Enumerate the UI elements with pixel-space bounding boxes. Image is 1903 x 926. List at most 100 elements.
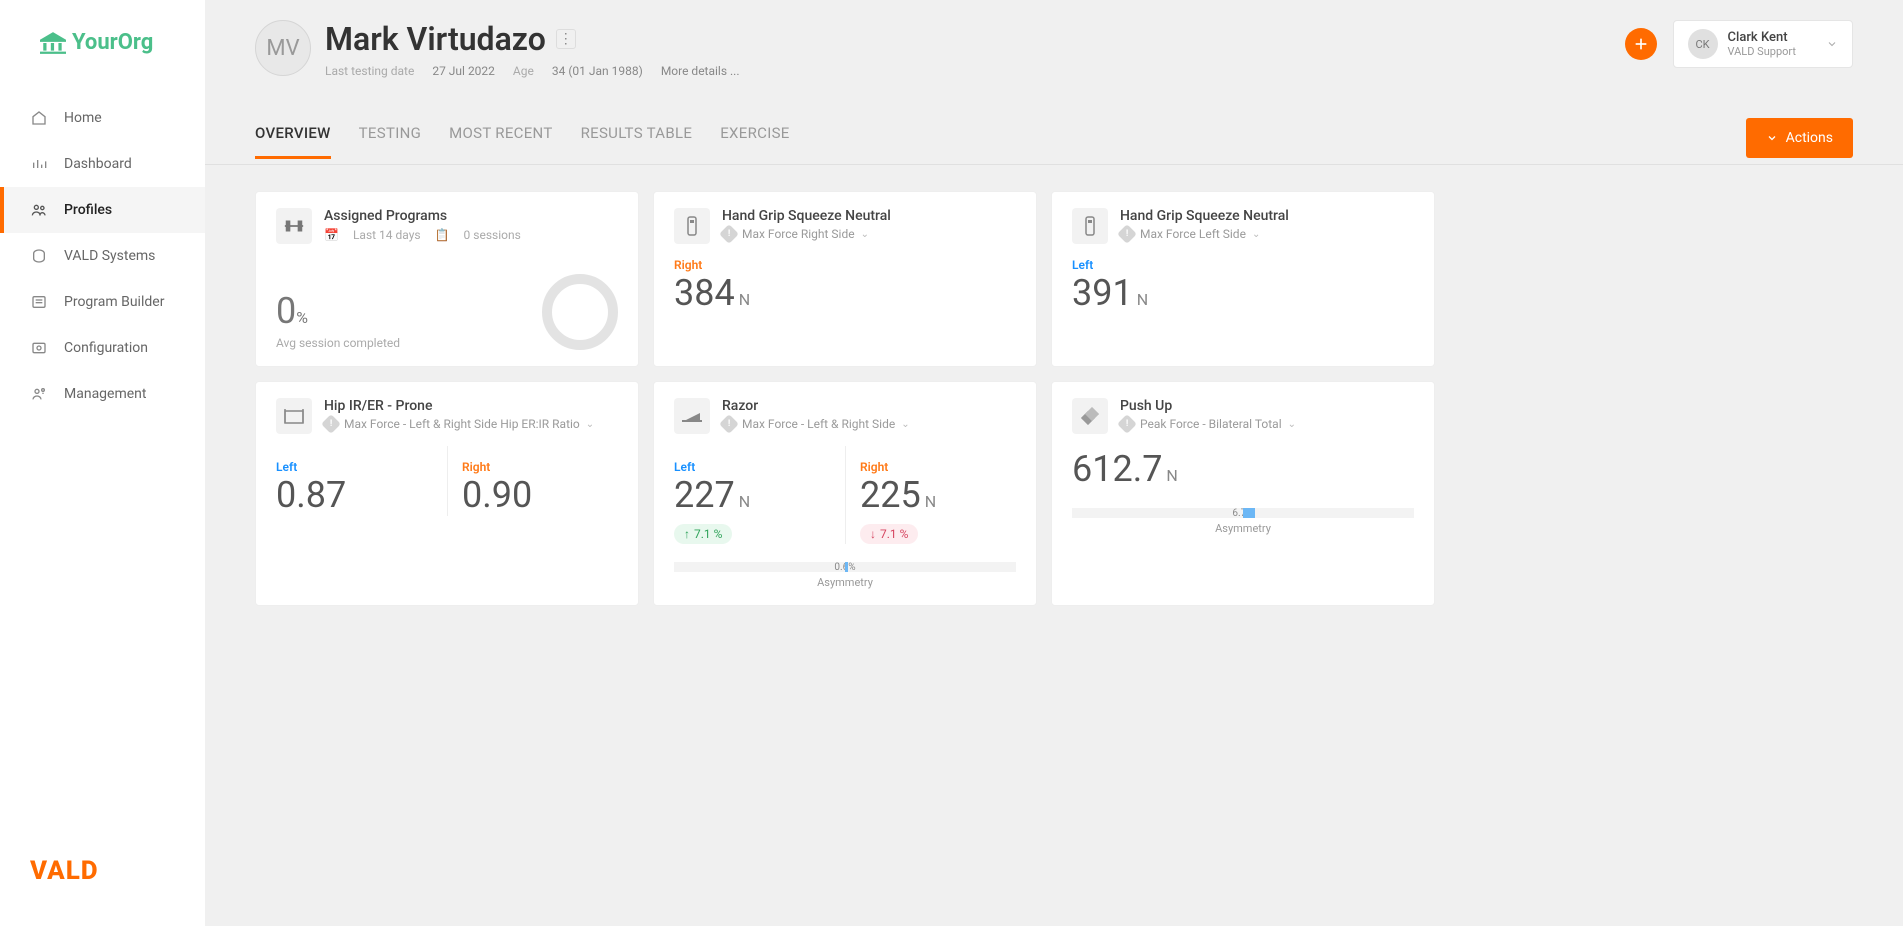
razor-left-unit: N (739, 492, 750, 511)
assigned-pct: 0 (276, 290, 296, 332)
user-avatar: CK (1688, 29, 1718, 59)
bank-icon (40, 32, 66, 54)
card-grip-left: Hand Grip Squeeze Neutral ! Max Force Le… (1051, 191, 1435, 367)
profile-avatar: MV (255, 20, 311, 76)
management-icon (30, 385, 48, 403)
sidebar: YourOrg Home Dashboard Profiles VALD Sys… (0, 0, 205, 926)
progress-ring (542, 274, 618, 350)
age-value: 34 (01 Jan 1988) (552, 64, 643, 78)
asym-mark (1243, 508, 1255, 518)
nav-program-builder-label: Program Builder (64, 294, 164, 310)
chevron-down-icon: ⌄ (586, 419, 594, 430)
chevron-down-icon: ⌄ (861, 229, 869, 240)
card-hip: Hip IR/ER - Prone ! Max Force - Left & R… (255, 381, 639, 606)
actions-button[interactable]: Actions (1746, 118, 1853, 158)
tab-results-table[interactable]: RESULTS TABLE (581, 124, 693, 159)
card-grip-right: Hand Grip Squeeze Neutral ! Max Force Ri… (653, 191, 1037, 367)
metric-label: Max Force - Left & Right Side (742, 417, 895, 431)
device-icon (674, 208, 710, 244)
hip-left-value: 0.87 (276, 474, 346, 516)
nav-management[interactable]: Management (0, 371, 205, 417)
info-icon: ! (719, 224, 739, 244)
actions-label: Actions (1786, 130, 1833, 146)
nav-program-builder[interactable]: Program Builder (0, 279, 205, 325)
grip-left-value: 391 (1072, 272, 1133, 314)
brand-footer: VALD (0, 826, 205, 926)
card-title: Hip IR/ER - Prone (324, 398, 618, 414)
assigned-caption: Avg session completed (276, 336, 400, 350)
nav-home[interactable]: Home (0, 95, 205, 141)
metric-label: Max Force - Left & Right Side Hip ER:IR … (344, 417, 580, 431)
tabs: OVERVIEW TESTING MOST RECENT RESULTS TAB… (255, 124, 790, 159)
chevron-down-icon (1766, 132, 1778, 144)
metric-label: Peak Force - Bilateral Total (1140, 417, 1282, 431)
card-title: Hand Grip Squeeze Neutral (1120, 208, 1414, 224)
card-title: Push Up (1120, 398, 1414, 414)
razor-right-value: 225 (860, 474, 921, 516)
left-label: Left (276, 460, 437, 474)
hip-right-value: 0.90 (462, 474, 532, 516)
right-label: Right (860, 460, 1006, 474)
info-icon: ! (321, 414, 341, 434)
clipboard-icon: 📋 (435, 228, 450, 242)
user-menu[interactable]: CK Clark Kent VALD Support (1673, 20, 1853, 68)
card-title: Hand Grip Squeeze Neutral (722, 208, 1016, 224)
grip-left-unit: N (1137, 290, 1148, 309)
tab-overview[interactable]: OVERVIEW (255, 124, 331, 159)
last-testing-value: 27 Jul 2022 (432, 64, 495, 78)
pushup-value: 612.7 (1072, 448, 1162, 490)
nav: Home Dashboard Profiles VALD Systems Pro… (0, 85, 205, 417)
card-assigned-programs: Assigned Programs 📅 Last 14 days 📋 0 ses… (255, 191, 639, 367)
nav-dashboard-label: Dashboard (64, 156, 132, 172)
asym-mark (845, 562, 848, 572)
side-label: Left (1072, 258, 1414, 272)
side-label: Right (674, 258, 1016, 272)
systems-icon (30, 247, 48, 265)
tabs-row: OVERVIEW TESTING MOST RECENT RESULTS TAB… (205, 78, 1903, 165)
frame-icon (276, 398, 312, 434)
profile-menu-button[interactable]: ⋮ (556, 29, 576, 49)
profile-header: MV Mark Virtudazo ⋮ Last testing date 27… (255, 20, 740, 78)
chevron-down-icon: ⌄ (901, 419, 909, 430)
tab-testing[interactable]: TESTING (359, 124, 421, 159)
cards-grid: Assigned Programs 📅 Last 14 days 📋 0 ses… (205, 165, 1485, 632)
tab-exercise[interactable]: EXERCISE (720, 124, 789, 159)
profile-meta: Last testing date 27 Jul 2022 Age 34 (01… (325, 64, 740, 78)
asym-label: Asymmetry (674, 576, 1016, 589)
assigned-pct-unit: % (296, 308, 308, 327)
add-button[interactable] (1625, 28, 1657, 60)
card-pushup: Push Up ! Peak Force - Bilateral Total ⌄… (1051, 381, 1435, 606)
wedge-icon (674, 398, 710, 434)
metric-selector[interactable]: ! Max Force - Left & Right Side Hip ER:I… (324, 417, 618, 431)
more-details-link[interactable]: More details ... (661, 64, 740, 78)
dashboard-icon (30, 155, 48, 173)
asymmetry-bar: 0.6% (674, 562, 1016, 572)
razor-left-delta: ↑7.1 % (674, 524, 732, 544)
info-icon: ! (719, 414, 739, 434)
metric-selector[interactable]: ! Max Force Right Side ⌄ (722, 227, 1016, 241)
age-label: Age (513, 64, 534, 78)
card-title: Razor (722, 398, 1016, 414)
configuration-icon (30, 339, 48, 357)
nav-profiles[interactable]: Profiles (0, 187, 205, 233)
metric-selector[interactable]: ! Peak Force - Bilateral Total ⌄ (1120, 417, 1414, 431)
metric-selector[interactable]: ! Max Force - Left & Right Side ⌄ (722, 417, 1016, 431)
grip-right-value: 384 (674, 272, 735, 314)
nav-vald-systems[interactable]: VALD Systems (0, 233, 205, 279)
arrow-up-icon: ↑ (684, 527, 690, 541)
assigned-period: Last 14 days (353, 228, 421, 242)
chevron-down-icon (1826, 38, 1838, 50)
calendar-icon: 📅 (324, 228, 339, 242)
asym-label: Asymmetry (1072, 522, 1414, 535)
nav-dashboard[interactable]: Dashboard (0, 141, 205, 187)
arrow-down-icon: ↓ (870, 527, 876, 541)
tab-most-recent[interactable]: MOST RECENT (449, 124, 553, 159)
main: MV Mark Virtudazo ⋮ Last testing date 27… (205, 0, 1903, 926)
card-title: Assigned Programs (324, 208, 618, 224)
device-icon (1072, 208, 1108, 244)
profile-name: Mark Virtudazo (325, 20, 546, 58)
asymmetry-bar: 6.7% (1072, 508, 1414, 518)
metric-selector[interactable]: ! Max Force Left Side ⌄ (1120, 227, 1414, 241)
info-icon: ! (1117, 224, 1137, 244)
nav-configuration[interactable]: Configuration (0, 325, 205, 371)
